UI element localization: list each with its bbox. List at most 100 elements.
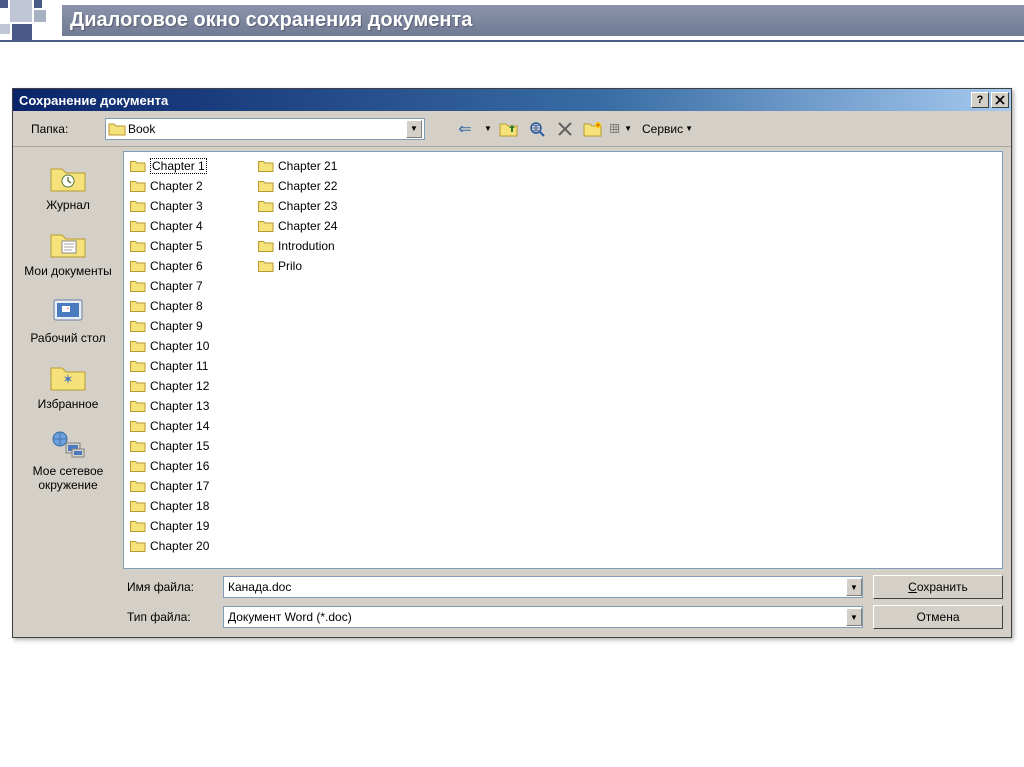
list-item[interactable]: Chapter 21 — [256, 156, 384, 176]
file-name: Chapter 8 — [150, 299, 203, 313]
place-my-documents[interactable]: Мои документы — [19, 219, 117, 283]
search-web-button[interactable] — [525, 117, 549, 141]
filename-input[interactable]: Канада.doc ▼ — [223, 576, 863, 598]
svg-text:✶: ✶ — [62, 371, 74, 387]
views-button[interactable]: ▼ — [609, 117, 633, 141]
back-button[interactable]: ⇐ — [453, 117, 477, 141]
cancel-button[interactable]: Отмена — [873, 605, 1003, 629]
filename-label: Имя файла: — [123, 580, 215, 594]
file-name: Chapter 15 — [150, 439, 209, 453]
folder-icon — [130, 359, 146, 373]
place-favorites[interactable]: ✶ Избранное — [19, 352, 117, 416]
list-item[interactable]: Prilo — [256, 256, 384, 276]
list-item[interactable]: Chapter 4 — [128, 216, 256, 236]
folder-icon — [108, 121, 126, 137]
back-history-button[interactable]: ▼ — [481, 117, 493, 141]
place-label: Журнал — [46, 198, 90, 212]
list-item[interactable]: Chapter 16 — [128, 456, 256, 476]
place-desktop[interactable]: Рабочий стол — [19, 286, 117, 350]
list-item[interactable]: Chapter 7 — [128, 276, 256, 296]
list-item[interactable]: Chapter 5 — [128, 236, 256, 256]
folder-icon — [130, 159, 146, 173]
delete-icon — [557, 121, 573, 137]
places-bar: Журнал Мои документы Рабочий стол ✶ Избр… — [13, 147, 123, 637]
titlebar[interactable]: Сохранение документа ? — [13, 89, 1011, 111]
list-item[interactable]: Chapter 9 — [128, 316, 256, 336]
file-name: Chapter 22 — [278, 179, 337, 193]
folder-icon — [258, 199, 274, 213]
list-item[interactable]: Chapter 11 — [128, 356, 256, 376]
filetype-dropdown-caret[interactable]: ▼ — [846, 608, 862, 626]
place-history[interactable]: Журнал — [19, 153, 117, 217]
folder-dropdown[interactable]: Book ▼ — [105, 118, 425, 140]
list-item[interactable]: Chapter 24 — [256, 216, 384, 236]
dialog-toolbar: Папка: Book ▼ ⇐ ▼ — [13, 111, 1011, 147]
place-network[interactable]: Мое сетевое окружение — [19, 419, 117, 498]
file-name: Chapter 1 — [150, 158, 207, 174]
folder-icon — [130, 279, 146, 293]
filetype-value: Документ Word (*.doc) — [228, 610, 846, 624]
folder-dropdown-caret[interactable]: ▼ — [406, 120, 422, 138]
up-folder-button[interactable] — [497, 117, 521, 141]
file-name: Chapter 5 — [150, 239, 203, 253]
list-item[interactable]: Chapter 22 — [256, 176, 384, 196]
list-item[interactable]: Chapter 17 — [128, 476, 256, 496]
dialog-title: Сохранение документа — [19, 93, 969, 108]
list-item[interactable]: Chapter 23 — [256, 196, 384, 216]
folder-icon — [130, 419, 146, 433]
file-name: Chapter 3 — [150, 199, 203, 213]
close-button[interactable] — [991, 92, 1009, 108]
folder-icon — [130, 459, 146, 473]
folder-icon — [130, 499, 146, 513]
chevron-down-icon: ▼ — [685, 124, 693, 133]
list-item[interactable]: Chapter 12 — [128, 376, 256, 396]
list-item[interactable]: Chapter 18 — [128, 496, 256, 516]
file-name: Introdution — [278, 239, 335, 253]
folder-icon — [130, 399, 146, 413]
folder-icon — [130, 479, 146, 493]
tools-menu-button[interactable]: Сервис ▼ — [637, 117, 698, 141]
list-item[interactable]: Introdution — [256, 236, 384, 256]
list-item[interactable]: Chapter 8 — [128, 296, 256, 316]
list-item[interactable]: Chapter 15 — [128, 436, 256, 456]
list-item[interactable]: Chapter 2 — [128, 176, 256, 196]
filename-dropdown-caret[interactable]: ▼ — [846, 578, 862, 596]
folder-icon — [130, 519, 146, 533]
list-item[interactable]: Chapter 14 — [128, 416, 256, 436]
help-button[interactable]: ? — [971, 92, 989, 108]
filetype-label: Тип файла: — [123, 610, 215, 624]
list-item[interactable]: Chapter 6 — [128, 256, 256, 276]
save-button[interactable]: Сохранить — [873, 575, 1003, 599]
list-item[interactable]: Chapter 13 — [128, 396, 256, 416]
network-icon — [48, 426, 88, 462]
list-item[interactable]: Chapter 1 — [128, 156, 256, 176]
list-item[interactable]: Chapter 19 — [128, 516, 256, 536]
file-name: Chapter 16 — [150, 459, 209, 473]
filetype-dropdown[interactable]: Документ Word (*.doc) ▼ — [223, 606, 863, 628]
place-label: Мои документы — [24, 264, 111, 278]
list-item[interactable]: Chapter 20 — [128, 536, 256, 556]
folder-icon — [130, 259, 146, 273]
folder-icon — [258, 179, 274, 193]
file-name: Chapter 2 — [150, 179, 203, 193]
file-list[interactable]: Chapter 1Chapter 2Chapter 3Chapter 4Chap… — [123, 151, 1003, 569]
arrow-left-icon: ⇐ — [458, 119, 471, 139]
list-item[interactable]: Chapter 10 — [128, 336, 256, 356]
folder-icon — [258, 219, 274, 233]
folder-label: Папка: — [21, 122, 101, 136]
delete-button[interactable] — [553, 117, 577, 141]
slide-title: Диалоговое окно сохранения документа — [62, 5, 1024, 36]
file-name: Chapter 18 — [150, 499, 209, 513]
close-icon — [995, 95, 1005, 105]
list-item[interactable]: Chapter 3 — [128, 196, 256, 216]
place-label: Рабочий стол — [30, 331, 105, 345]
file-name: Chapter 13 — [150, 399, 209, 413]
new-folder-button[interactable] — [581, 117, 605, 141]
file-name: Chapter 21 — [278, 159, 337, 173]
folder-icon — [130, 179, 146, 193]
folder-icon — [258, 259, 274, 273]
views-icon — [610, 121, 622, 137]
place-label: Избранное — [38, 397, 99, 411]
tools-menu-label: Сервис — [642, 122, 683, 136]
history-icon — [48, 160, 88, 196]
